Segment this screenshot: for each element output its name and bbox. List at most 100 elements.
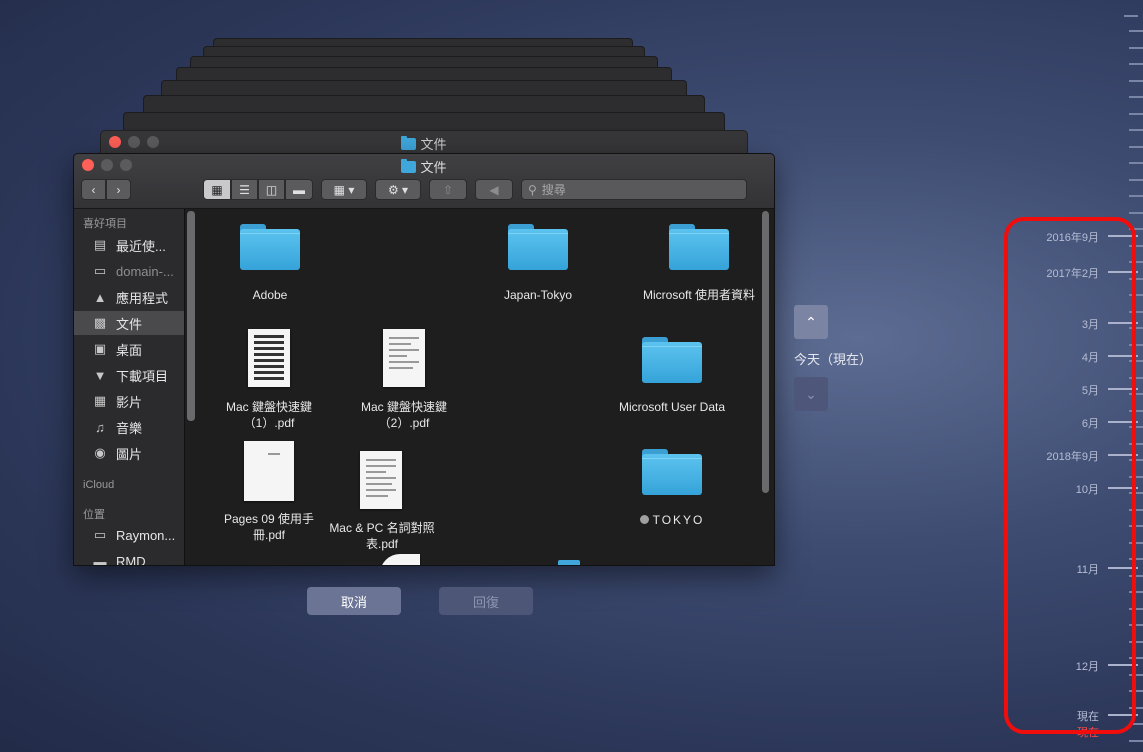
- sidebar-scrollbar-thumb[interactable]: [187, 211, 194, 421]
- folder-icon: [642, 449, 702, 495]
- gear-icon: ⚙ ▾: [387, 182, 409, 197]
- navigate-later-button[interactable]: ⌄: [794, 377, 828, 411]
- sidebar-item-label: RMD: [116, 553, 146, 566]
- folder-icon: [558, 560, 580, 565]
- movies-icon: ▦: [93, 393, 107, 408]
- timeline-tick: [1129, 195, 1143, 197]
- list-icon: ☰: [239, 182, 250, 197]
- grid-icon: ▦: [211, 182, 223, 197]
- file-name: TOKYO: [612, 512, 732, 528]
- chevron-down-icon: ⌄: [805, 385, 817, 402]
- columns-icon: ◫: [265, 182, 278, 197]
- sidebar-item-movies[interactable]: ▦ 影片: [74, 389, 184, 413]
- file-name: Mac 鍵盤快速鍵（1）.pdf: [225, 400, 312, 430]
- gallery-icon: ▬: [293, 182, 305, 197]
- gray-tag-icon: [639, 515, 649, 524]
- sidebar-item-downloads[interactable]: ▼ 下載項目: [74, 363, 184, 387]
- window-title: 文件: [74, 157, 774, 176]
- sidebar-item-raymond[interactable]: ▭ Raymon...: [74, 523, 184, 547]
- pdf-icon: [248, 329, 290, 387]
- sidebar-item-label: 影片: [116, 394, 143, 410]
- sidebar-item-label: 下載項目: [116, 368, 169, 384]
- sidebar-item-music[interactable]: ♫ 音樂: [74, 415, 184, 439]
- folder-icon: [669, 224, 729, 270]
- drive-icon: ▬: [93, 553, 107, 566]
- timeline-tick: [1129, 47, 1143, 49]
- icon-view-button[interactable]: ▦: [203, 179, 231, 200]
- sidebar-item-domain[interactable]: ▭ domain-...: [74, 259, 184, 283]
- sidebar-item-label: 最近使...: [116, 238, 166, 254]
- folder-icon: [401, 159, 417, 173]
- list-view-button[interactable]: ☰: [231, 179, 258, 200]
- restore-button[interactable]: 回復: [439, 587, 533, 615]
- content-scrollbar[interactable]: [762, 211, 769, 493]
- group-by-button[interactable]: ▦ ▾: [321, 179, 367, 200]
- sidebar-heading-icloud: iCloud: [83, 479, 115, 491]
- file-name: Mac & PC 名詞對照表.pdf: [329, 521, 435, 551]
- chevron-left-icon: ‹: [91, 182, 96, 197]
- file-name: Adobe: [252, 288, 288, 302]
- share-icon: ⇧: [442, 182, 454, 197]
- chevron-right-icon: ›: [116, 182, 121, 197]
- desktop-icon: ▣: [93, 341, 107, 356]
- folder-icon: [642, 337, 702, 383]
- file-name: Japan-Tokyo: [503, 288, 573, 302]
- search-field[interactable]: ⚲ 搜尋: [521, 179, 747, 200]
- timeline-tick: [1129, 80, 1143, 82]
- timeline-tick: [1129, 63, 1143, 65]
- previous-finder-window[interactable]: 文件: [100, 130, 748, 154]
- tag-icon: ◀: [489, 182, 499, 197]
- forward-button[interactable]: ›: [106, 179, 131, 200]
- laptop-icon: ▭: [93, 527, 107, 542]
- sidebar-item-documents[interactable]: ▩ 文件: [74, 311, 184, 335]
- sidebar: 喜好項目 ▤ 最近使... ▭ domain-... ▲ 應用程式 ▩ 文件 ▣…: [74, 209, 195, 566]
- timeline-tick: [1124, 15, 1138, 17]
- chevron-up-icon: ⌃: [805, 313, 817, 330]
- back-button[interactable]: ‹: [81, 179, 106, 200]
- sidebar-item-label: 音樂: [116, 420, 143, 436]
- timeline-tick: [1129, 146, 1143, 148]
- sidebar-item-rmd[interactable]: ▬ RMD: [74, 549, 184, 566]
- sidebar-item-label: domain-...: [116, 263, 174, 279]
- file-name: Microsoft User Data: [618, 400, 726, 414]
- navigate-earlier-button[interactable]: ⌃: [794, 305, 828, 339]
- timeline-tick: [1129, 212, 1143, 214]
- finder-window: 文件 ‹ › ▦ ☰ ◫ ▬ ▦ ▾ ⚙ ▾ ⇧ ◀ ⚲ 搜尋 喜好項目 ▤ 最…: [73, 153, 775, 566]
- window-title: 文件: [101, 134, 747, 153]
- column-view-button[interactable]: ◫: [258, 179, 285, 200]
- group-icon: ▦ ▾: [333, 182, 355, 197]
- file-name: Microsoft 使用者資料: [642, 288, 755, 302]
- document-icon: ▭: [93, 263, 107, 278]
- sidebar-item-label: 應用程式: [116, 290, 169, 306]
- sidebar-heading-favorites: 喜好項目: [83, 218, 127, 230]
- finder-toolbar: 文件 ‹ › ▦ ☰ ◫ ▬ ▦ ▾ ⚙ ▾ ⇧ ◀ ⚲ 搜尋: [74, 154, 774, 209]
- action-button[interactable]: ⚙ ▾: [375, 179, 421, 200]
- search-placeholder: 搜尋: [541, 183, 566, 197]
- pictures-icon: ◉: [94, 445, 106, 460]
- share-button[interactable]: ⇧: [429, 179, 467, 200]
- sidebar-item-desktop[interactable]: ▣ 桌面: [74, 337, 184, 361]
- timeline-tick: [1129, 740, 1143, 742]
- sidebar-heading-locations: 位置: [83, 509, 105, 521]
- pdf-icon: [244, 441, 294, 501]
- pdf-icon: [380, 554, 420, 565]
- recents-icon: ▤: [93, 237, 107, 252]
- sidebar-item-label: 文件: [116, 316, 143, 332]
- tags-button[interactable]: ◀: [475, 179, 513, 200]
- file-name: Mac 鍵盤快速鍵（2）.pdf: [360, 400, 447, 430]
- sidebar-item-pictures[interactable]: ◉ 圖片: [74, 441, 184, 465]
- timeline-tick: [1129, 96, 1143, 98]
- sidebar-item-label: 圖片: [116, 446, 143, 462]
- cancel-button[interactable]: 取消: [307, 587, 401, 615]
- timeline-tick: [1129, 162, 1143, 164]
- music-icon: ♫: [95, 419, 105, 435]
- file-name: Pages 09 使用手冊.pdf: [223, 512, 315, 542]
- gallery-view-button[interactable]: ▬: [285, 179, 313, 200]
- documents-icon: ▩: [93, 315, 107, 330]
- timeline-tick: [1129, 30, 1143, 32]
- sidebar-item-applications[interactable]: ▲ 應用程式: [74, 285, 184, 309]
- sidebar-item-label: Raymon...: [116, 527, 176, 543]
- current-time-label: 今天（現在）: [794, 352, 873, 367]
- sidebar-item-label: 桌面: [116, 342, 143, 358]
- sidebar-item-recents[interactable]: ▤ 最近使...: [74, 233, 184, 257]
